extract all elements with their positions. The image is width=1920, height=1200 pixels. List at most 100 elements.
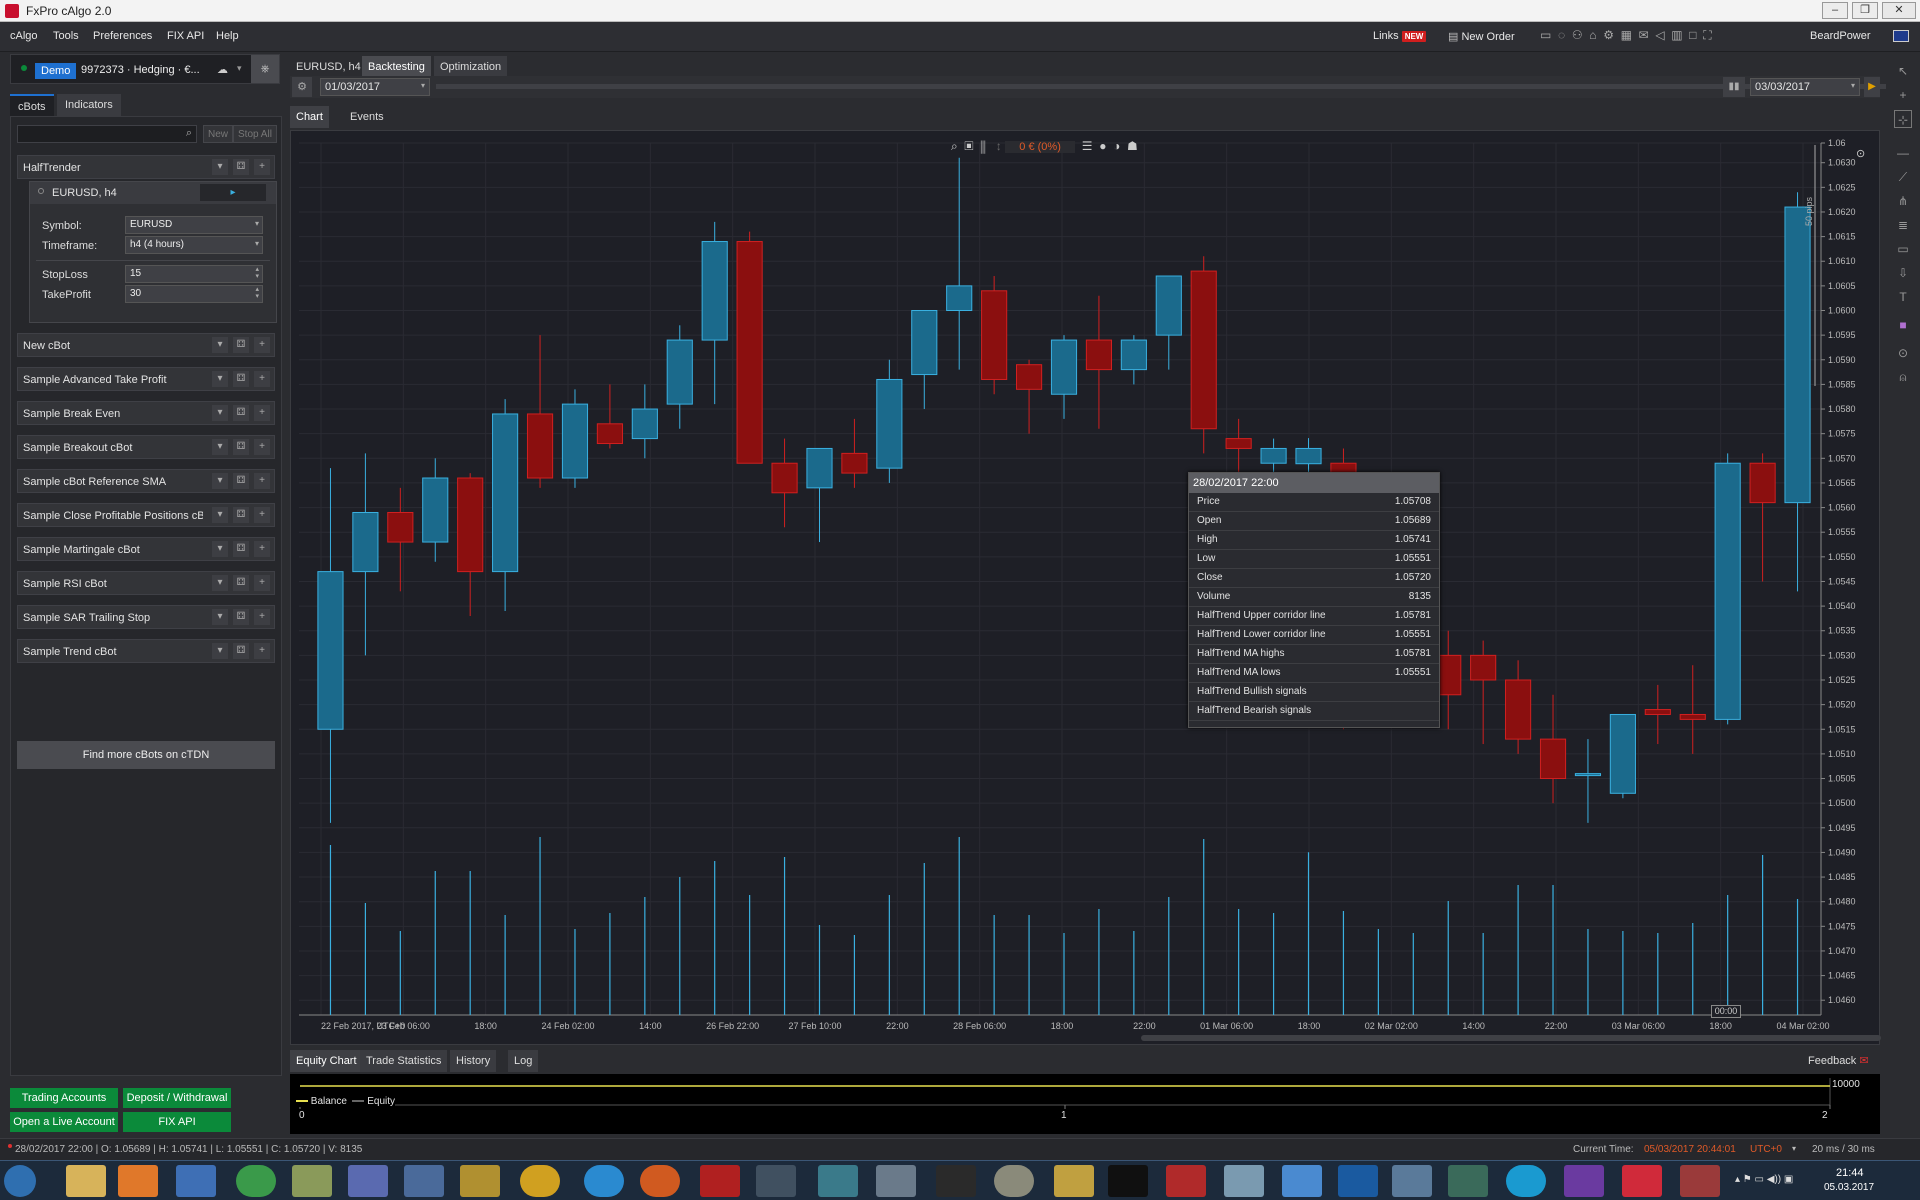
alert-icon[interactable]: ⍝ xyxy=(1894,368,1912,386)
tab-equity-chart[interactable]: Equity Chart xyxy=(290,1050,363,1072)
menu-preferences[interactable]: Preferences xyxy=(93,30,152,42)
window-app-icon[interactable] xyxy=(1448,1165,1488,1197)
hline-icon[interactable]: — xyxy=(1894,144,1912,162)
feather-icon[interactable] xyxy=(176,1165,216,1197)
chevron-down-icon[interactable]: ▾ xyxy=(212,643,228,659)
gif-icon[interactable] xyxy=(818,1165,858,1197)
explorer-icon[interactable] xyxy=(66,1165,106,1197)
tab-optimization[interactable]: Optimization xyxy=(434,56,508,78)
cursor-icon[interactable]: ↖ xyxy=(1894,62,1912,80)
add-instance-icon[interactable]: + xyxy=(254,643,270,659)
fullscreen-icon[interactable]: ⛶ xyxy=(1703,28,1711,42)
instance-icon[interactable]: ⚃ xyxy=(233,575,249,591)
chat-icon[interactable]: ◌ xyxy=(1558,28,1565,42)
stepper-icon[interactable]: ▴ ▾ xyxy=(255,266,259,280)
cbot-item[interactable]: Sample Break Even ▾ ⚃ + xyxy=(17,401,275,425)
start-button-icon[interactable] xyxy=(4,1165,36,1197)
k-app-icon[interactable] xyxy=(1338,1165,1378,1197)
play-icon[interactable]: ▸ xyxy=(200,184,266,201)
add-instance-icon[interactable]: + xyxy=(254,507,270,523)
info-icon[interactable]: ● xyxy=(1099,139,1106,153)
instance-icon[interactable]: ⚃ xyxy=(233,371,249,387)
cbot-item[interactable]: Sample Advanced Take Profit ▾ ⚃ + xyxy=(17,367,275,391)
horizontal-scrollbar[interactable] xyxy=(1141,1035,1881,1041)
skype-icon[interactable] xyxy=(1506,1165,1546,1197)
arrow-icon[interactable]: ⇩ xyxy=(1894,264,1912,282)
list-icon[interactable]: ☰ xyxy=(1082,139,1093,153)
tools-app-icon[interactable] xyxy=(1680,1165,1720,1197)
chrome-icon[interactable] xyxy=(236,1165,276,1197)
cbot-item[interactable]: Sample Breakout cBot ▾ ⚃ + xyxy=(17,435,275,459)
cbot-item[interactable]: Sample cBot Reference SMA ▾ ⚃ + xyxy=(17,469,275,493)
chart-settings-icon[interactable]: ▣ xyxy=(964,139,973,153)
fibonacci-icon[interactable]: ≣ xyxy=(1894,216,1912,234)
account-selector[interactable]: Demo 9972373 · Hedging · €... ☁ ▾ ⎈ xyxy=(10,54,280,84)
cbot-item[interactable]: Sample RSI cBot ▾ ⚃ + xyxy=(17,571,275,595)
fix-api-button[interactable]: FIX API xyxy=(123,1112,231,1132)
chevron-down-icon[interactable]: ▾ xyxy=(212,473,228,489)
fxpro-icon[interactable] xyxy=(1622,1165,1662,1197)
api-icon[interactable]: ⌂ xyxy=(1589,28,1596,42)
chevron-down-icon[interactable]: ▾ xyxy=(237,63,242,74)
menu-help[interactable]: Help xyxy=(216,30,239,42)
magnifier-icon[interactable] xyxy=(1054,1165,1094,1197)
indicator-icon[interactable]: ☗ xyxy=(1127,139,1138,153)
backtest-slider[interactable] xyxy=(436,84,1920,89)
sentiment-icon[interactable]: ◑ xyxy=(1113,139,1120,153)
tab-events[interactable]: Events xyxy=(344,106,390,128)
text-icon[interactable]: T xyxy=(1894,288,1912,306)
add-instance-icon[interactable]: + xyxy=(254,575,270,591)
trade-icon[interactable]: ↕ xyxy=(996,139,1002,153)
mail-icon[interactable]: ✉ xyxy=(1639,28,1649,42)
cbot-item[interactable]: New cBot ▾ ⚃ + xyxy=(17,333,275,357)
menu-tools[interactable]: Tools xyxy=(53,30,79,42)
chevron-down-icon[interactable]: ▾ xyxy=(1792,1144,1796,1153)
instance-icon[interactable]: ⚃ xyxy=(233,609,249,625)
apps-icon[interactable] xyxy=(1282,1165,1322,1197)
timezone-select[interactable]: UTC+0 xyxy=(1750,1144,1782,1155)
tab-eurusd-h4[interactable]: EURUSD, h4 xyxy=(290,56,367,78)
remote-icon[interactable] xyxy=(348,1165,388,1197)
cbot-item[interactable]: Sample Close Profitable Positions cB ▾ ⚃ + xyxy=(17,503,275,527)
maximize-button[interactable]: ❐ xyxy=(1852,2,1878,19)
instance-icon[interactable]: ⚃ xyxy=(233,473,249,489)
firefox-icon[interactable] xyxy=(640,1165,680,1197)
open-live-account-button[interactable]: Open a Live Account xyxy=(10,1112,118,1132)
ie-icon[interactable] xyxy=(584,1165,624,1197)
notes-icon[interactable] xyxy=(292,1165,332,1197)
add-instance-icon[interactable]: + xyxy=(254,541,270,557)
instance-icon[interactable]: ⚃ xyxy=(233,643,249,659)
menu-fix-api[interactable]: FIX API xyxy=(167,30,204,42)
chevron-down-icon[interactable]: ▾ xyxy=(212,507,228,523)
range-handle-icon[interactable]: ▮▮ xyxy=(1723,77,1745,97)
chevron-down-icon[interactable]: ▾ xyxy=(212,371,228,387)
tool-icon[interactable] xyxy=(936,1165,976,1197)
cbot-item[interactable]: Sample SAR Trailing Stop ▾ ⚃ + xyxy=(17,605,275,629)
tab-trade-statistics[interactable]: Trade Statistics xyxy=(360,1050,448,1072)
window-icon[interactable]: □ xyxy=(1689,28,1696,42)
tab-log[interactable]: Log xyxy=(508,1050,539,1072)
zoom-icon[interactable]: ⌕ xyxy=(951,139,958,153)
calendar-icon[interactable]: ▦ xyxy=(1621,28,1632,42)
chevron-down-icon[interactable]: ▾ xyxy=(212,337,228,353)
links-menu[interactable]: Links NEW xyxy=(1373,30,1427,42)
cbot-item[interactable]: Sample Martingale cBot ▾ ⚃ + xyxy=(17,537,275,561)
start-date-input[interactable]: 01/03/2017 ▾ xyxy=(320,78,430,96)
trendline-icon[interactable]: ⟋ xyxy=(1894,168,1912,186)
console-icon[interactable] xyxy=(1108,1165,1148,1197)
mail-client-icon[interactable] xyxy=(404,1165,444,1197)
chevron-down-icon[interactable]: ▾ xyxy=(212,541,228,557)
add-instance-icon[interactable]: + xyxy=(254,405,270,421)
instance-icon[interactable]: ⚃ xyxy=(233,439,249,455)
chevron-down-icon[interactable]: ▾ xyxy=(212,159,228,175)
tab-backtesting[interactable]: Backtesting xyxy=(362,56,431,78)
add-instance-icon[interactable]: + xyxy=(254,337,270,353)
add-instance-icon[interactable]: + xyxy=(254,371,270,387)
color-icon[interactable]: ■ xyxy=(1894,316,1912,334)
rectangle-icon[interactable]: ▭ xyxy=(1894,240,1912,258)
instance-icon[interactable]: ⚃ xyxy=(233,405,249,421)
chart-type-icon[interactable]: ⫼ xyxy=(980,139,986,153)
paint-icon[interactable] xyxy=(1224,1165,1264,1197)
stepper-icon[interactable]: ▴ ▾ xyxy=(255,286,259,300)
end-date-input[interactable]: 03/03/2017 ▾ xyxy=(1750,78,1860,96)
